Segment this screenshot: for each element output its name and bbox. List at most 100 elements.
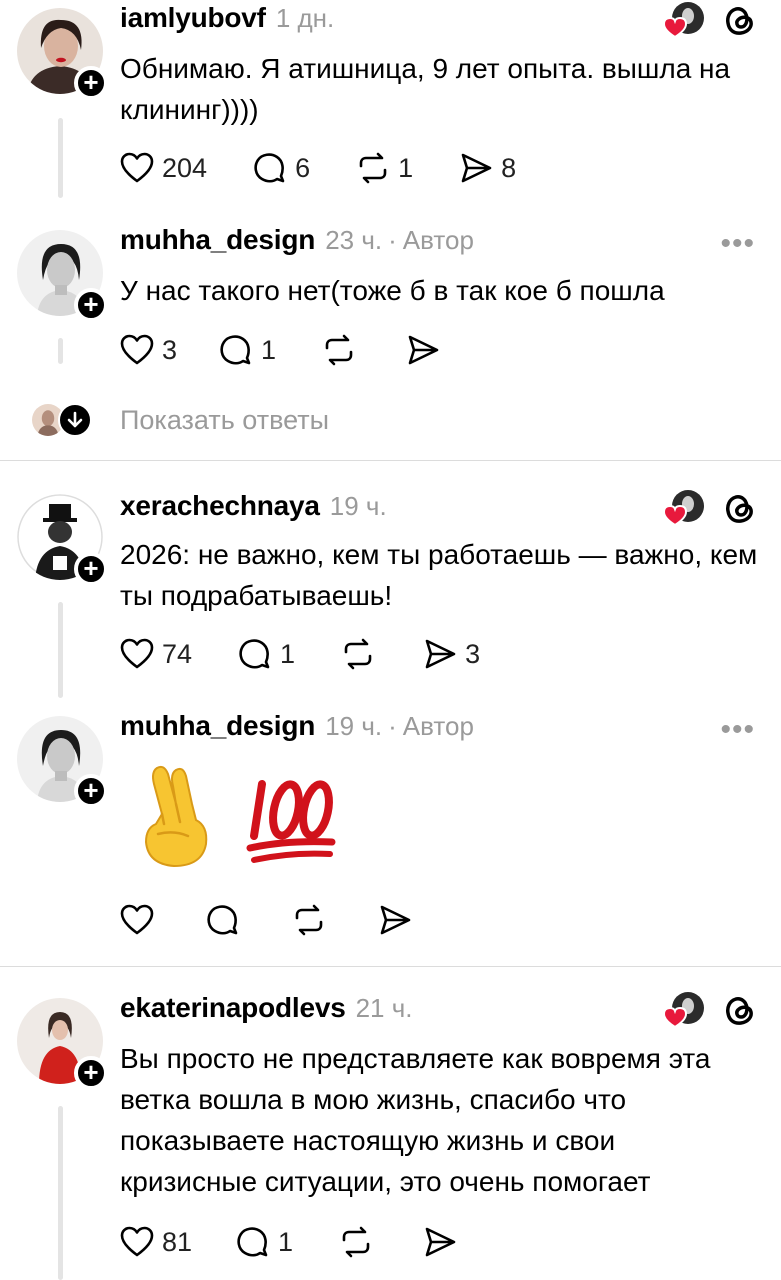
show-replies-label[interactable]: Показать ответы bbox=[120, 405, 329, 436]
reply-button[interactable]: 1 bbox=[236, 635, 295, 673]
crossed-fingers-emoji bbox=[144, 765, 208, 868]
repost-button[interactable] bbox=[320, 331, 358, 369]
more-icon[interactable]: ••• bbox=[720, 229, 755, 259]
follow-plus-button[interactable]: + bbox=[74, 552, 108, 586]
thread-line bbox=[58, 118, 63, 198]
like-count: 204 bbox=[162, 152, 208, 183]
show-replies-button[interactable]: Показать ответы bbox=[30, 402, 329, 438]
username[interactable]: iamlyubovf bbox=[120, 2, 266, 34]
thread-line bbox=[58, 1106, 63, 1280]
threads-icon[interactable] bbox=[722, 2, 758, 38]
separator: · bbox=[388, 711, 397, 741]
like-button[interactable]: 3 bbox=[118, 331, 177, 369]
repost-icon bbox=[342, 1226, 370, 1258]
share-count: 3 bbox=[465, 638, 481, 669]
heart-icon bbox=[120, 904, 154, 935]
threads-icon[interactable] bbox=[722, 490, 758, 526]
heart-icon bbox=[120, 638, 154, 669]
username[interactable]: ekaterinapodlevs bbox=[120, 992, 346, 1024]
liked-by-author-icon bbox=[660, 486, 704, 530]
reply-count: 6 bbox=[295, 152, 311, 183]
post-header: muhha_design 23 ч. · Автор bbox=[120, 224, 474, 264]
reply-button[interactable] bbox=[204, 901, 242, 939]
post-text: У нас такого нет(тоже б в так кое б пошл… bbox=[120, 275, 665, 306]
comment-icon bbox=[239, 639, 270, 669]
post-ekaterinapodlevs: + ekaterinapodlevs 21 ч. Вы просто не пр… bbox=[0, 984, 781, 1280]
post-text: Вы просто не представляете как вовремя э… bbox=[120, 1043, 711, 1197]
send-icon bbox=[380, 905, 411, 935]
post-muhha-design-emoji: + muhha_design 19 ч. · Автор ••• bbox=[0, 700, 781, 960]
post-header: iamlyubovf 1 дн. bbox=[120, 2, 334, 42]
post-badges bbox=[660, 486, 758, 530]
separator: · bbox=[388, 225, 397, 255]
share-button[interactable] bbox=[421, 1223, 459, 1261]
like-button[interactable]: 74 bbox=[118, 635, 192, 673]
repost-button[interactable]: 1 bbox=[354, 149, 413, 187]
share-button[interactable]: 8 bbox=[457, 149, 516, 187]
send-icon bbox=[408, 335, 439, 365]
follow-plus-button[interactable]: + bbox=[74, 1056, 108, 1090]
post-xerachechnaya: + xerachechnaya 19 ч. 2026: не важно, ке… bbox=[0, 480, 781, 700]
like-button[interactable]: 81 bbox=[118, 1223, 192, 1261]
share-count: 8 bbox=[501, 152, 517, 183]
username[interactable]: xerachechnaya bbox=[120, 490, 320, 522]
heart-icon bbox=[120, 334, 154, 365]
threads-icon[interactable] bbox=[722, 992, 758, 1028]
follow-plus-button[interactable]: + bbox=[74, 66, 108, 100]
follow-plus-button[interactable]: + bbox=[74, 288, 108, 322]
arrow-down-icon bbox=[58, 403, 92, 437]
send-icon bbox=[425, 1227, 456, 1257]
post-text: Обнимаю. Я атишница, 9 лет опыта. вышла … bbox=[120, 53, 731, 125]
reply-button[interactable]: 1 bbox=[234, 1223, 293, 1261]
like-count: 81 bbox=[162, 1226, 193, 1257]
timestamp: 1 дн. bbox=[275, 3, 335, 33]
reply-count: 1 bbox=[280, 638, 296, 669]
timestamp: 19 ч. bbox=[329, 491, 387, 521]
action-bar: 3 1 bbox=[118, 330, 486, 370]
emoji-content bbox=[136, 764, 336, 868]
action-bar bbox=[118, 900, 458, 940]
post-badges bbox=[660, 988, 758, 1032]
repost-button[interactable] bbox=[290, 901, 328, 939]
post-iamlyubovf: + iamlyubovf 1 дн. Обнимаю. Я атишница, … bbox=[0, 0, 781, 200]
divider bbox=[0, 460, 781, 461]
comment-icon bbox=[220, 335, 251, 365]
comment-icon bbox=[207, 905, 238, 935]
author-label: Автор bbox=[402, 225, 474, 255]
share-button[interactable]: 3 bbox=[421, 635, 480, 673]
follow-plus-button[interactable]: + bbox=[74, 774, 108, 808]
repost-icon bbox=[325, 334, 353, 366]
send-icon bbox=[461, 153, 492, 183]
reply-count: 1 bbox=[278, 1226, 294, 1257]
like-count: 74 bbox=[162, 638, 193, 669]
repost-icon bbox=[295, 904, 323, 936]
like-button[interactable] bbox=[118, 901, 156, 939]
timestamp: 21 ч. bbox=[355, 993, 413, 1023]
divider bbox=[0, 966, 781, 967]
hundred-points-emoji bbox=[246, 780, 336, 863]
post-header: muhha_design 19 ч. · Автор bbox=[120, 710, 474, 750]
post-badges bbox=[660, 0, 758, 42]
share-button[interactable] bbox=[376, 901, 414, 939]
action-bar: 81 1 bbox=[118, 1222, 503, 1262]
thread-line bbox=[58, 602, 63, 698]
more-icon[interactable]: ••• bbox=[720, 715, 755, 745]
thread-line bbox=[58, 338, 63, 364]
repost-count: 1 bbox=[398, 152, 414, 183]
reply-button[interactable]: 6 bbox=[251, 149, 310, 187]
timestamp: 19 ч. bbox=[325, 711, 383, 741]
send-icon bbox=[425, 639, 456, 669]
author-label: Автор bbox=[402, 711, 474, 741]
post-text: 2026: не важно, кем ты работаешь — важно… bbox=[120, 539, 758, 611]
share-button[interactable] bbox=[404, 331, 442, 369]
heart-icon bbox=[120, 152, 154, 183]
like-button[interactable]: 204 bbox=[118, 149, 207, 187]
action-bar: 204 6 1 8 bbox=[118, 148, 560, 188]
repost-button[interactable] bbox=[337, 1223, 375, 1261]
action-bar: 74 1 3 bbox=[118, 634, 524, 674]
reply-button[interactable]: 1 bbox=[217, 331, 276, 369]
username[interactable]: muhha_design bbox=[120, 224, 315, 256]
repost-button[interactable] bbox=[339, 635, 377, 673]
username[interactable]: muhha_design bbox=[120, 710, 315, 742]
timestamp: 23 ч. bbox=[325, 225, 383, 255]
